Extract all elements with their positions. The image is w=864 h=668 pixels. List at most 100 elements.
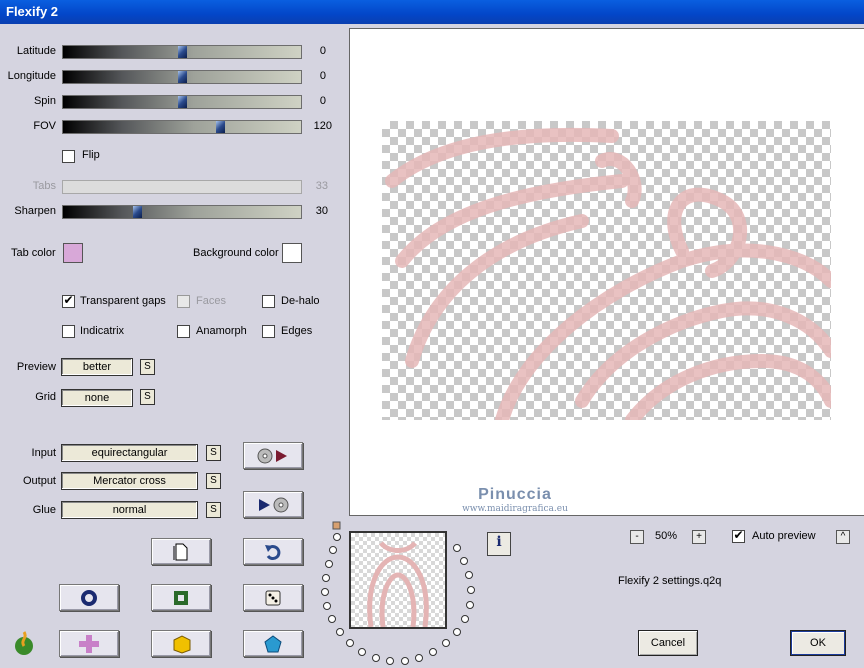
flaming-pear-logo (12, 630, 36, 659)
glue-label: Glue (32, 504, 56, 516)
spin-value: 0 (319, 95, 326, 107)
de-halo-checkbox[interactable] (262, 295, 275, 308)
flip-label: Flip (82, 149, 100, 161)
faces-checkbox (177, 295, 190, 308)
square-icon (174, 590, 188, 605)
sharpen-thumb[interactable] (133, 206, 142, 218)
cancel-button[interactable]: Cancel (638, 630, 698, 656)
watermark-site: www.maidiragrafica.eu (462, 504, 568, 514)
glue-s-button[interactable]: S (206, 502, 221, 518)
title-bar: Flexify 2 (0, 0, 864, 24)
thumbnail-swirl (367, 541, 429, 628)
settings-filename: Flexify 2 settings.q2q (618, 575, 722, 587)
tabs-label: Tabs (32, 180, 56, 192)
output-s-button[interactable]: S (206, 473, 221, 489)
navigator-thumbnail[interactable] (349, 531, 447, 629)
swap-output-icon (259, 497, 289, 512)
longitude-slider[interactable] (62, 70, 302, 84)
ring-shape-button[interactable] (59, 584, 119, 611)
info-icon: i (496, 534, 502, 550)
indicatrix-label: Indicatrix (80, 325, 125, 337)
fov-slider[interactable] (62, 120, 302, 134)
undo-button[interactable] (243, 538, 303, 565)
input-s-button[interactable]: S (206, 445, 221, 461)
longitude-label: Longitude (7, 70, 56, 82)
checkmark-icon: ✔ (63, 293, 74, 307)
transparent-gaps-checkbox[interactable]: ✔ (62, 293, 75, 308)
undo-icon (265, 544, 281, 560)
grid-s-button[interactable]: S (140, 389, 155, 405)
cross-icon (79, 634, 99, 653)
zoom-in-button[interactable]: + (692, 530, 706, 544)
fov-value: 120 (313, 120, 332, 132)
auto-preview-checkbox[interactable]: ✔ (732, 528, 745, 543)
square-shape-button[interactable] (151, 584, 211, 611)
latitude-value: 0 (319, 45, 326, 57)
info-button[interactable]: i (487, 532, 511, 556)
flip-checkbox[interactable] (62, 150, 75, 163)
watermark: Pinuccia www.maidiragrafica.eu (440, 486, 590, 514)
grid-label: Grid (35, 391, 56, 403)
de-halo-label: De-halo (281, 295, 320, 307)
preview-swirl-graphic (385, 127, 831, 420)
preview-quality-select[interactable]: better (61, 358, 133, 376)
longitude-value: 0 (319, 70, 326, 82)
grid-select[interactable]: none (61, 389, 133, 407)
box-icon (173, 634, 191, 654)
auto-preview-label: Auto preview (752, 530, 816, 542)
preview-quality-label: Preview (16, 361, 56, 373)
navigator-handle[interactable] (332, 521, 341, 530)
new-document-icon (173, 543, 188, 560)
pentagon-icon (264, 634, 282, 652)
anamorph-checkbox[interactable] (177, 325, 190, 338)
output-label: Output (22, 475, 56, 487)
fov-thumb[interactable] (216, 121, 225, 133)
tab-color-label: Tab color (11, 247, 56, 259)
preview-image (382, 121, 831, 420)
indicatrix-checkbox[interactable] (62, 325, 75, 338)
sharpen-value: 30 (315, 205, 328, 217)
watermark-name: Pinuccia (478, 486, 552, 503)
ring-icon (81, 589, 97, 606)
expand-button[interactable]: ^ (836, 530, 850, 544)
spin-label: Spin (33, 95, 56, 107)
transparent-gaps-label: Transparent gaps (80, 295, 166, 307)
output-projection-select[interactable]: Mercator cross (61, 472, 198, 490)
checkmark-icon: ✔ (733, 528, 744, 542)
flame-icon (15, 631, 33, 655)
glue-select[interactable]: normal (61, 501, 198, 519)
zoom-level: 50% (654, 530, 678, 542)
new-document-button[interactable] (151, 538, 211, 565)
sharpen-slider[interactable] (62, 205, 302, 219)
preview-s-button[interactable]: S (140, 359, 155, 375)
ok-button[interactable]: OK (790, 630, 846, 656)
dice-icon (265, 590, 281, 605)
window-title: Flexify 2 (6, 4, 59, 19)
input-label: Input (31, 447, 56, 459)
swap-output-button[interactable] (243, 491, 303, 518)
tabs-slider (62, 180, 302, 194)
sharpen-label: Sharpen (14, 205, 56, 217)
spin-thumb[interactable] (178, 96, 187, 108)
cross-shape-button[interactable] (59, 630, 119, 657)
longitude-thumb[interactable] (178, 71, 187, 83)
swap-input-button[interactable] (243, 442, 303, 469)
spin-slider[interactable] (62, 95, 302, 109)
tab-color-swatch[interactable] (63, 243, 83, 263)
latitude-thumb[interactable] (178, 46, 187, 58)
zoom-out-button[interactable]: - (630, 530, 644, 544)
background-color-swatch[interactable] (282, 243, 302, 263)
input-projection-select[interactable]: equirectangular (61, 444, 198, 462)
fov-label: FOV (33, 120, 56, 132)
pentagon-shape-button[interactable] (243, 630, 303, 657)
latitude-slider[interactable] (62, 45, 302, 59)
faces-label: Faces (196, 295, 226, 307)
background-color-label: Background color (193, 247, 279, 259)
anamorph-label: Anamorph (196, 325, 247, 337)
box-shape-button[interactable] (151, 630, 211, 657)
random-button[interactable] (243, 584, 303, 611)
swap-input-icon (257, 448, 287, 463)
tabs-value: 33 (315, 180, 328, 192)
latitude-label: Latitude (16, 45, 56, 57)
edges-checkbox[interactable] (262, 325, 275, 338)
